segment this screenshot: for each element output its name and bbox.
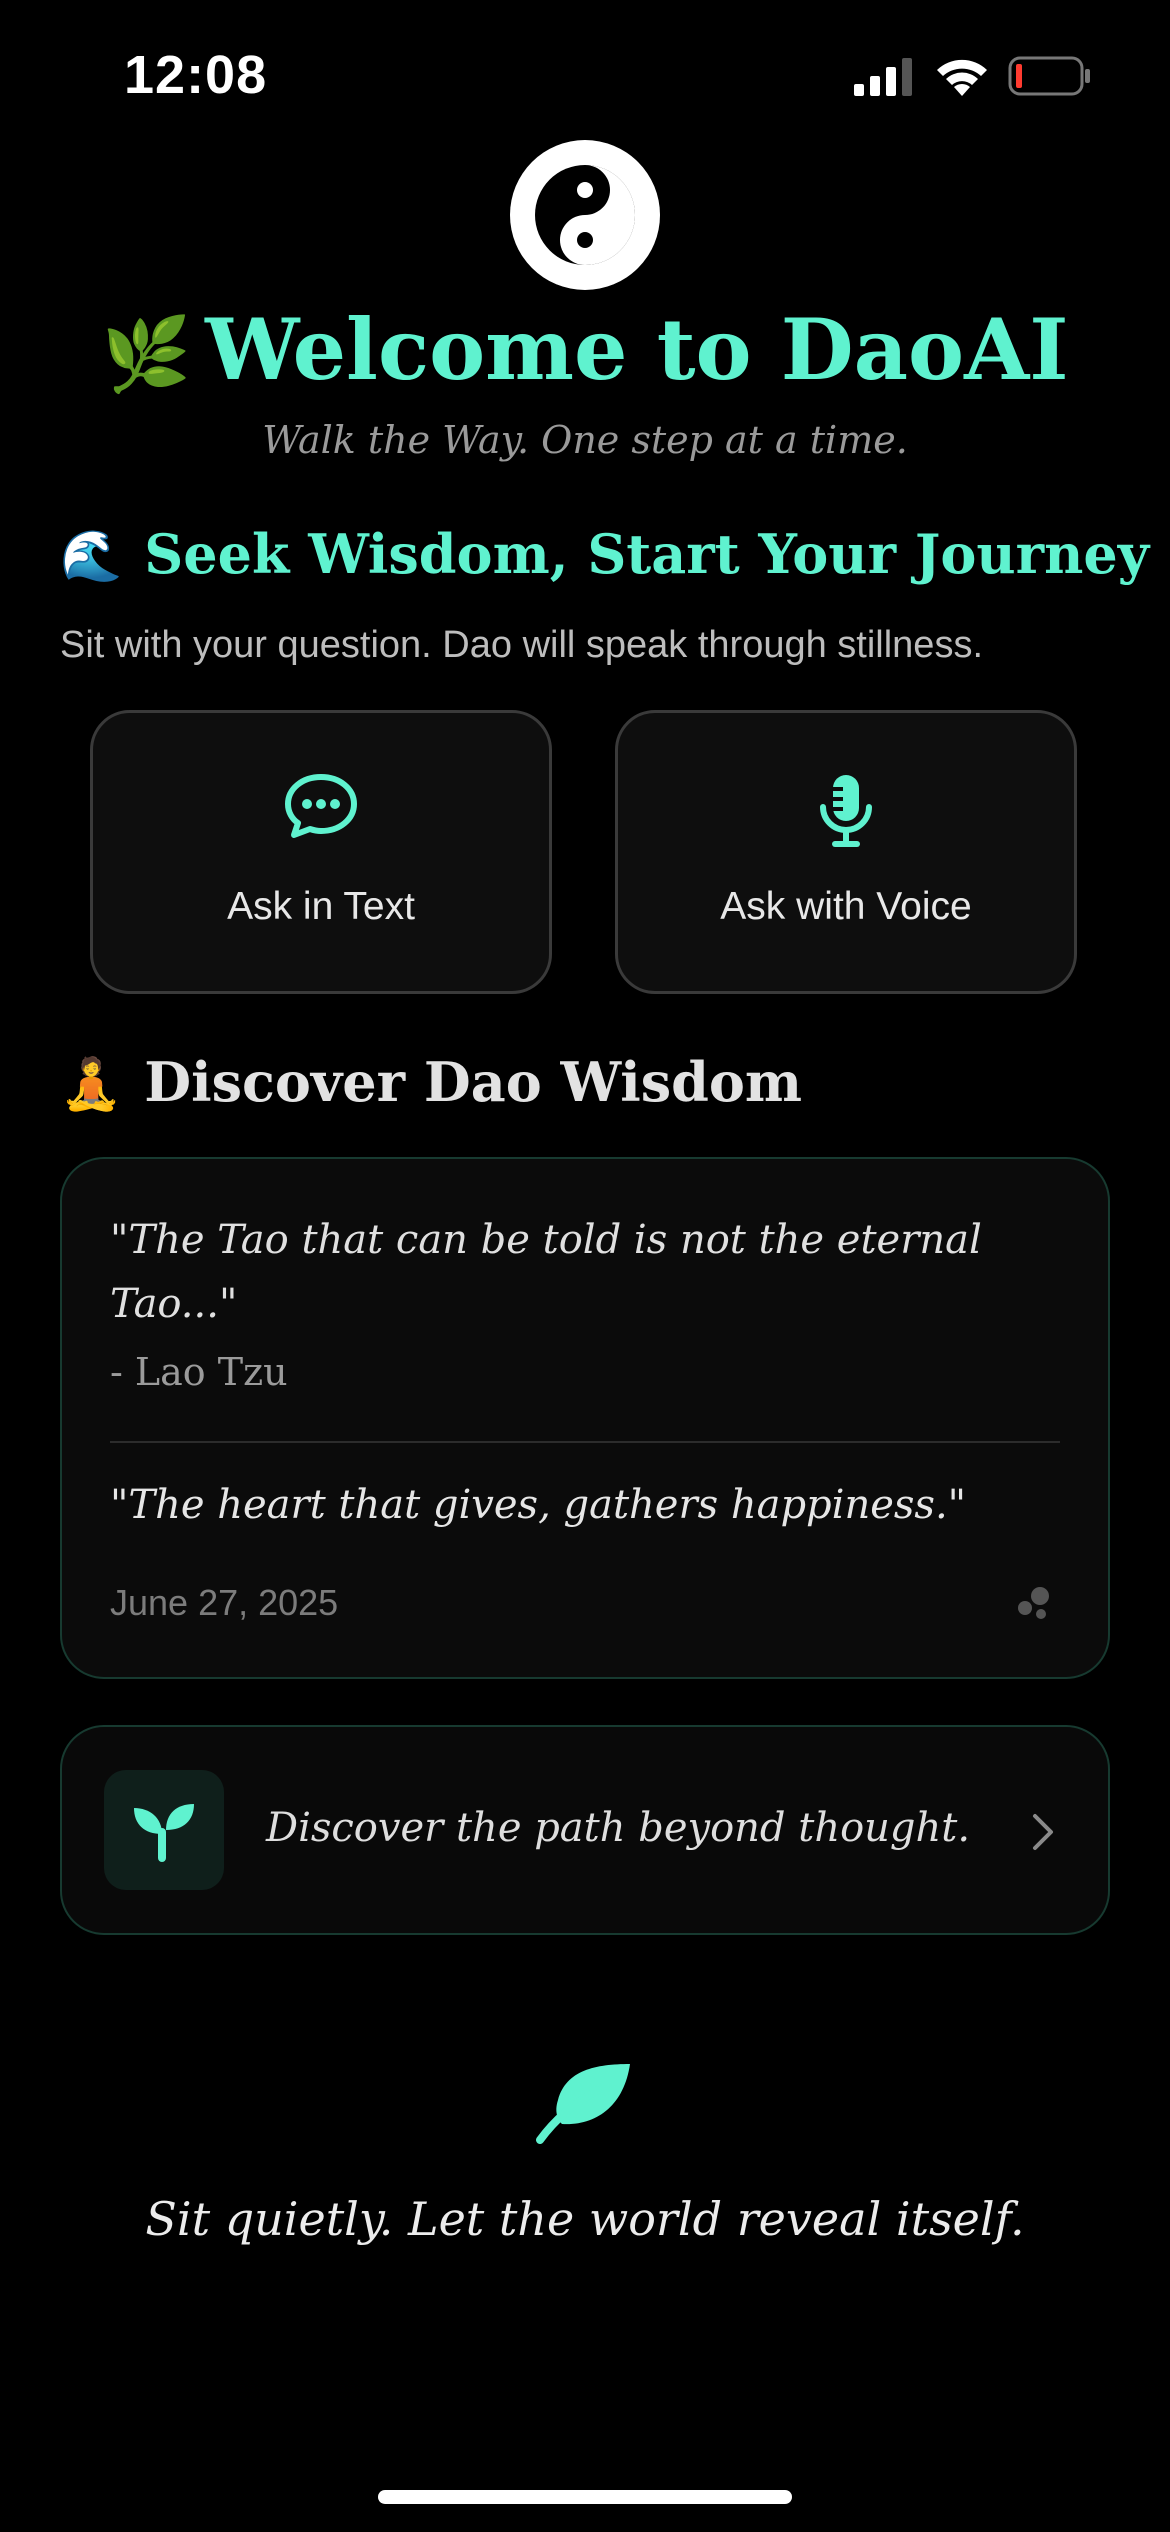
seek-title-text: Seek Wisdom, Start Your Journey [144, 522, 1150, 586]
yin-yang-icon [510, 140, 660, 290]
ask-text-label: Ask in Text [227, 885, 415, 928]
card-divider [110, 1441, 1060, 1443]
status-time: 12:08 [124, 45, 268, 105]
seek-section-title: 🌊 Seek Wisdom, Start Your Journey [60, 522, 1149, 586]
footer-text: Sit quietly. Let the world reveal itself… [145, 2192, 1025, 2246]
seek-description: Sit with your question. Dao will speak t… [60, 624, 984, 666]
wifi-icon [937, 59, 987, 96]
wisdom-quote: "The Tao that can be told is not the ete… [110, 1217, 982, 1327]
ask-voice-label: Ask with Voice [720, 885, 972, 928]
title-text: Welcome to DaoAI [205, 300, 1069, 399]
quote-author: - Lao Tzu [110, 1350, 288, 1394]
share-icon[interactable] [1016, 1586, 1052, 1620]
meditation-emoji: 🧘 [60, 1055, 123, 1113]
cellular-signal-icon [854, 58, 912, 96]
chat-bubble-icon [285, 774, 357, 838]
page-subtitle: Walk the Way. One step at a time. [262, 418, 908, 462]
daily-quote: "The heart that gives, gathers happiness… [110, 1482, 967, 1528]
chevron-right-icon [1033, 1814, 1053, 1850]
sprout-icon [134, 1804, 194, 1862]
herb-emoji: 🌿 [101, 312, 192, 396]
wave-emoji: 🌊 [60, 527, 123, 585]
microphone-icon [820, 775, 872, 847]
battery-icon [1008, 56, 1090, 96]
path-card-text: Discover the path beyond thought. [266, 1805, 971, 1851]
discover-section-title: 🧘 Discover Dao Wisdom [60, 1050, 802, 1114]
ask-voice-button[interactable]: Ask with Voice [615, 710, 1077, 994]
home-indicator[interactable] [378, 2490, 792, 2504]
leaf-icon [536, 2064, 630, 2144]
quote-date: June 27, 2025 [110, 1582, 339, 1623]
discover-title-text: Discover Dao Wisdom [144, 1050, 803, 1114]
page-title: 🌿 Welcome to DaoAI [0, 300, 1170, 399]
ask-text-button[interactable]: Ask in Text [90, 710, 552, 994]
sprout-icon-container [104, 1770, 224, 1890]
